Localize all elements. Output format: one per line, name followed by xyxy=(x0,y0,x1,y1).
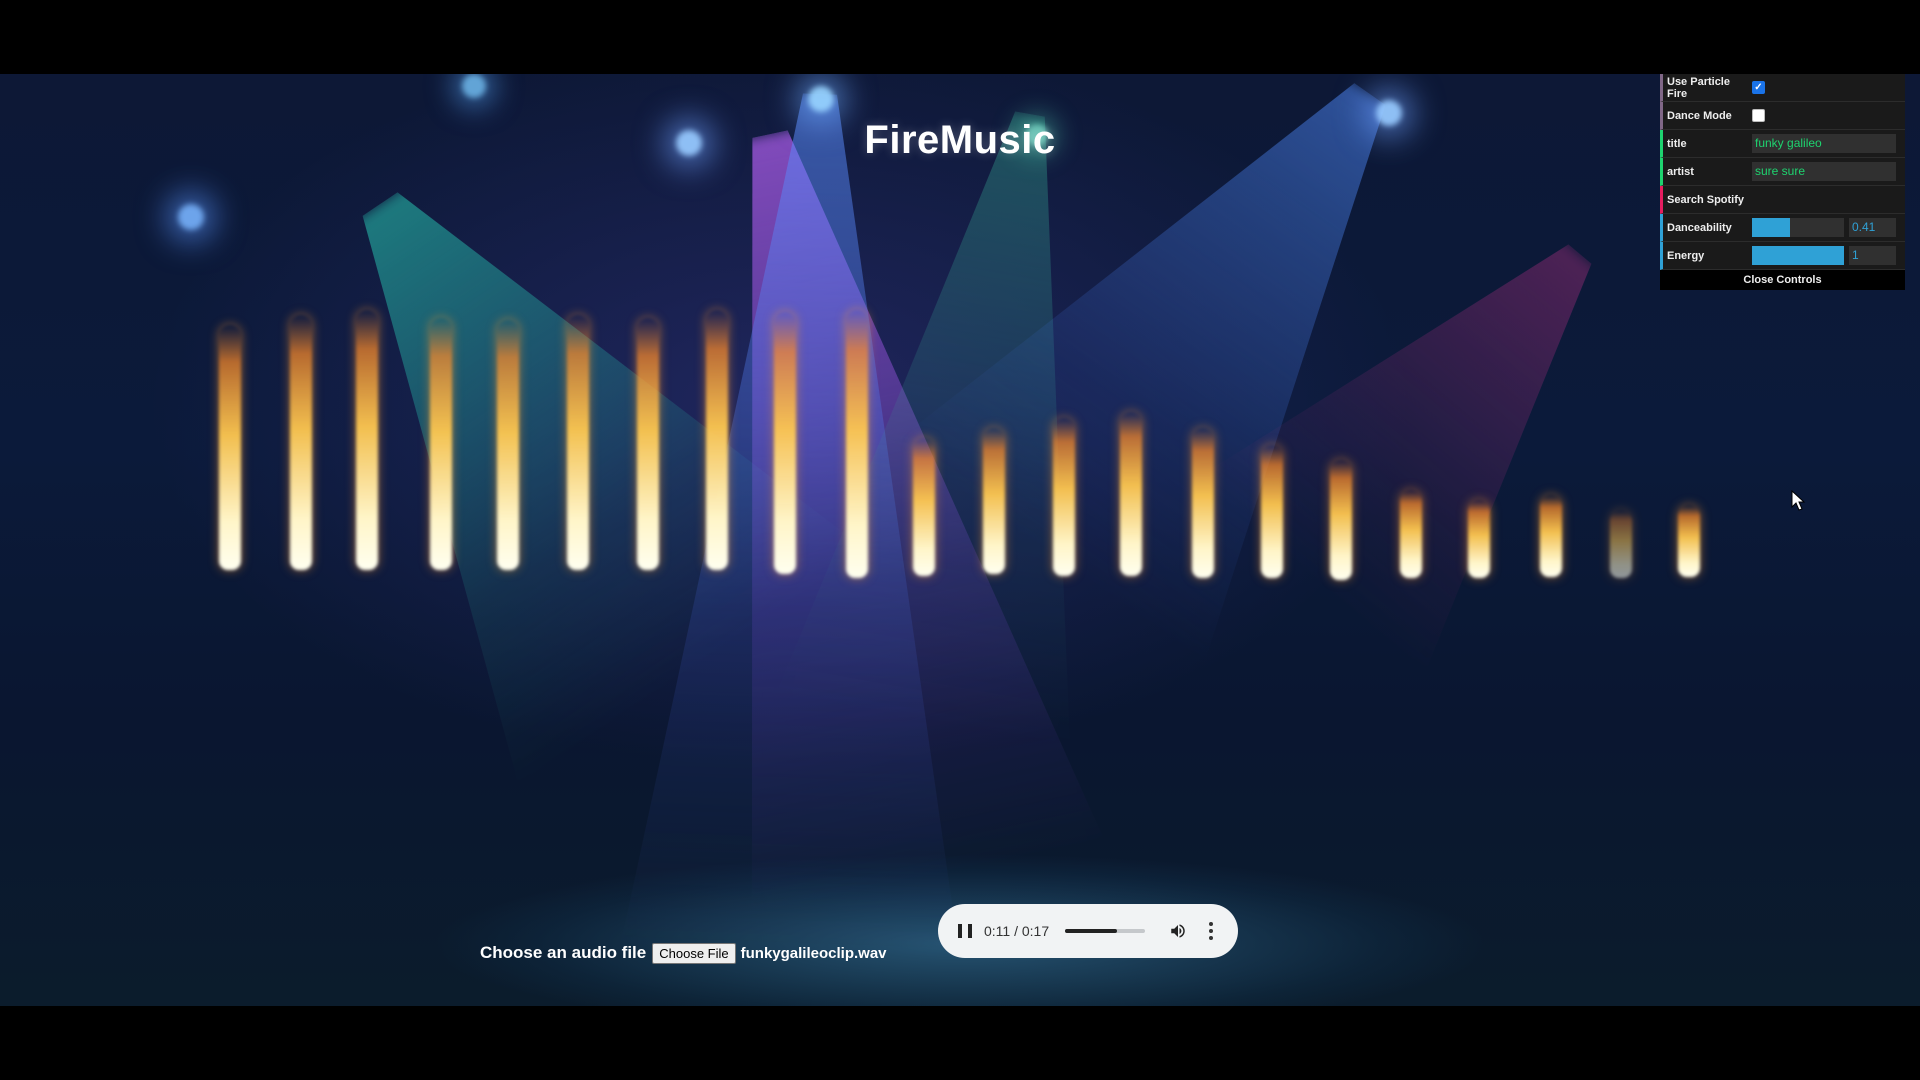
mouse-cursor-icon xyxy=(1791,490,1806,511)
use-particle-fire-label: Use Particle Fire xyxy=(1667,75,1730,100)
letterbox-top xyxy=(0,0,1920,74)
energy-label: Energy xyxy=(1667,249,1705,262)
stage-lamp xyxy=(462,74,486,98)
use-particle-fire-row[interactable]: Use Particle Fire xyxy=(1660,74,1905,102)
file-chooser-label: Choose an audio file xyxy=(480,943,647,962)
stage-lamp xyxy=(178,204,204,230)
pause-icon[interactable] xyxy=(958,924,972,938)
letterbox-bottom xyxy=(0,1006,1920,1080)
dance-mode-row[interactable]: Dance Mode xyxy=(1660,102,1905,130)
seek-bar-progress xyxy=(1065,929,1117,933)
stage-lamp xyxy=(808,86,834,112)
danceability-row: Danceability 0.41 xyxy=(1660,214,1905,242)
title-input[interactable]: funky galileo xyxy=(1752,134,1896,153)
light-beam-teal xyxy=(206,87,867,786)
artist-input[interactable]: sure sure xyxy=(1752,162,1896,181)
danceability-label: Danceability xyxy=(1667,221,1732,234)
search-spotify-button[interactable]: Search Spotify xyxy=(1660,186,1905,214)
close-controls-button[interactable]: Close Controls xyxy=(1660,270,1905,290)
danceability-slider[interactable] xyxy=(1752,218,1844,237)
stage-background xyxy=(0,74,1920,1006)
title-row: title funky galileo xyxy=(1660,130,1905,158)
artist-label: artist xyxy=(1667,165,1694,178)
search-spotify-label: Search Spotify xyxy=(1667,193,1745,206)
energy-slider-fill xyxy=(1752,246,1844,265)
title-label: title xyxy=(1667,137,1687,150)
seek-bar[interactable] xyxy=(1065,929,1146,933)
danceability-slider-fill xyxy=(1752,218,1790,237)
energy-value[interactable]: 1 xyxy=(1849,246,1896,265)
choose-file-button[interactable]: Choose File xyxy=(652,942,736,964)
energy-slider[interactable] xyxy=(1752,246,1844,265)
light-beam-purple xyxy=(594,97,1104,915)
energy-row: Energy 1 xyxy=(1660,242,1905,270)
controls-panel: Use Particle Fire Dance Mode title funky… xyxy=(1660,74,1905,290)
volume-icon[interactable] xyxy=(1169,922,1187,940)
use-particle-fire-checkbox[interactable] xyxy=(1752,81,1765,94)
audio-player: 0:11 / 0:17 xyxy=(938,904,1238,958)
more-options-icon[interactable] xyxy=(1209,922,1214,940)
app-title: FireMusic xyxy=(864,118,1056,162)
selected-file-name: funkygalileoclip.wav xyxy=(740,944,887,962)
dance-mode-checkbox[interactable] xyxy=(1752,109,1765,122)
dance-mode-label: Dance Mode xyxy=(1667,109,1732,122)
file-chooser: Choose an audio file Choose File funkyga… xyxy=(480,940,887,966)
artist-row: artist sure sure xyxy=(1660,158,1905,186)
danceability-value[interactable]: 0.41 xyxy=(1849,218,1896,237)
light-beam-magenta xyxy=(1195,158,1695,673)
light-beam-green xyxy=(775,88,1178,751)
light-beam-blue-center xyxy=(620,88,990,959)
playback-time: 0:11 / 0:17 xyxy=(984,923,1050,939)
